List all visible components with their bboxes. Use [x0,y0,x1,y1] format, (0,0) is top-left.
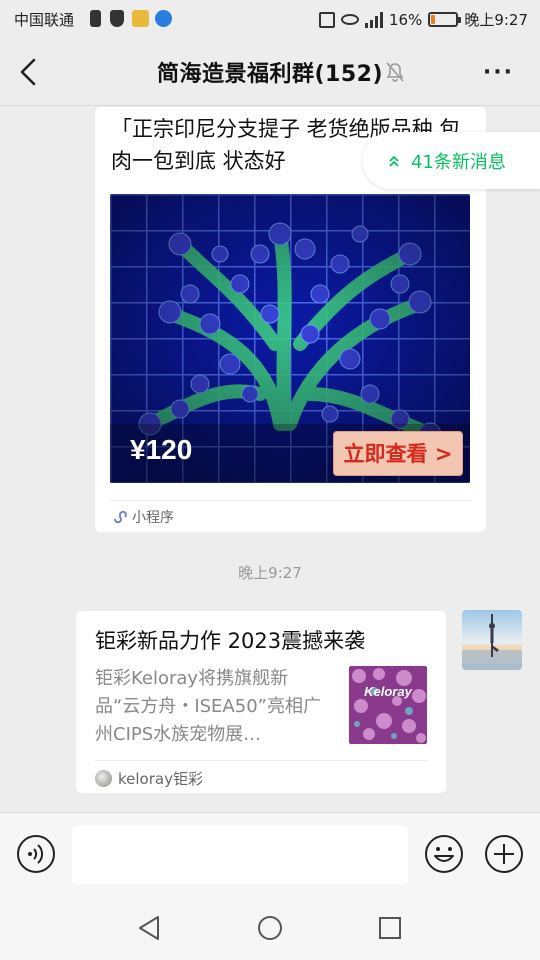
mute-bell-icon [386,62,404,82]
message-timestamp: 晚上9:27 [238,564,302,582]
coral-thumb-image: Keloray [349,666,427,744]
double-chevron-up-icon [389,155,399,167]
system-nav-bar [0,898,540,960]
chat-area[interactable]: 「正宗印尼分支提子 老货绝版品种 包肉一包到底 状态好 ¥120 立即查看 > … [0,107,540,812]
title-bar: 简海造景福利群(152) ··· [0,38,540,106]
coral-image[interactable]: ¥120 立即查看 > [110,194,470,483]
article-source: keloray钜彩 [95,768,203,789]
mini-program-footer: 小程序 [112,507,174,527]
sim-icon [90,10,101,27]
nav-home-icon[interactable] [256,914,284,942]
thumb-brand-text: Keloray [364,684,412,699]
view-now-button[interactable]: 立即查看 > [333,431,463,476]
mini-program-icon [114,510,127,524]
voice-icon[interactable] [16,834,56,874]
message-input[interactable] [72,825,408,884]
divider [95,760,427,761]
new-messages-label: 41条新消息 [411,151,506,173]
status-bar: 中国联通 16% 晚上9:27 [0,0,540,38]
signal-icon [364,11,383,28]
yoga-avatar-image [462,610,522,670]
clock: 晚上9:27 [464,11,528,29]
battery-percent: 16% [388,10,423,29]
plus-icon[interactable] [484,834,524,874]
carrier-name: 中国联通 [14,11,75,29]
eye-icon [340,14,359,25]
sender-avatar[interactable] [462,610,522,670]
article-description: 钜彩Keloray将携旗舰新品“云方舟・ISEA50”亮相广州CIPS水族宠物展… [95,668,321,745]
status-right: 16% 晚上9:27 [318,9,528,30]
divider [110,500,470,501]
emoji-icon[interactable] [424,834,464,874]
article-thumbnail: Keloray [349,666,427,744]
chat-title: 简海造景福利群(152) [156,62,384,87]
more-dots-icon[interactable]: ··· [483,60,514,85]
nav-recents-icon[interactable] [376,914,404,942]
vibrate-icon [318,11,335,28]
nav-back-icon[interactable] [136,914,164,942]
battery-icon [428,12,462,27]
source-avatar [95,770,112,787]
mini-program-label: 小程序 [132,510,174,526]
notification-icon [132,10,149,27]
input-bar [0,812,540,898]
article-card[interactable]: 钜彩新品力作 2023震撼来袭 钜彩Keloray将携旗舰新品“云方舟・ISEA… [76,611,446,793]
price-label: ¥120 [130,434,193,465]
article-title: 钜彩新品力作 2023震撼来袭 [95,629,366,653]
shield-icon [110,10,124,27]
source-name: keloray钜彩 [118,770,203,788]
translate-icon [155,10,172,27]
new-messages-pill[interactable]: 41条新消息 [363,132,540,189]
